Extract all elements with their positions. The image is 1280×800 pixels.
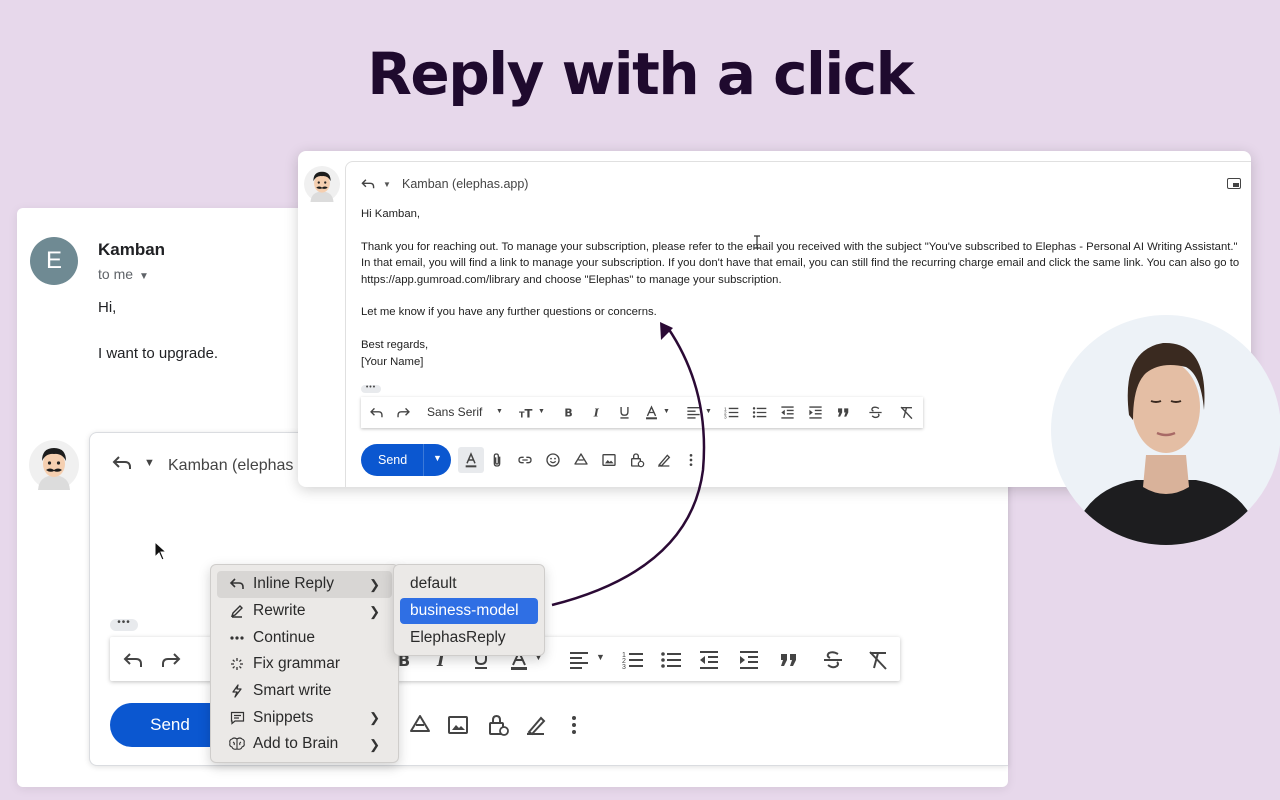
font-size-icon[interactable]: TT [519, 405, 534, 420]
chevron-right-icon: ❯ [369, 710, 380, 726]
menu-item-add-to-brain[interactable]: Add to Brain ❯ [217, 731, 392, 758]
more-options-icon[interactable] [562, 713, 586, 737]
menu-item-label: Continue [253, 628, 316, 646]
paragraph-line: Let me know if you have any further ques… [361, 306, 657, 319]
greeting: Hi Kamban, [361, 208, 421, 220]
send-button[interactable]: Send ▼ [361, 444, 451, 476]
numbered-list-icon[interactable]: 123 [622, 649, 644, 671]
bulleted-list-icon[interactable] [660, 649, 682, 671]
reply-recipient[interactable]: Kamban (elephas [168, 457, 293, 475]
remove-formatting-icon[interactable] [899, 405, 914, 420]
sparkle-icon [229, 656, 245, 672]
inline-reply-submenu: default business-model ElephasReply [393, 564, 545, 656]
user-avatar [29, 440, 79, 490]
pencil-icon [229, 603, 245, 619]
remove-formatting-icon[interactable] [867, 649, 889, 671]
reply-arrow-icon [361, 179, 375, 189]
connector-arrow [551, 322, 706, 607]
paragraph-line: Thank you for reaching out. To manage yo… [361, 240, 1238, 253]
quote-icon[interactable] [778, 649, 800, 671]
mouse-cursor-icon [154, 541, 168, 561]
undo-icon[interactable] [369, 405, 384, 420]
menu-item-continue[interactable]: Continue [217, 624, 392, 651]
speech-bubble-icon [229, 710, 245, 726]
indent-less-icon[interactable] [698, 649, 720, 671]
text-cursor-icon [754, 235, 760, 249]
reply-type-selector[interactable]: ▼ [112, 455, 155, 471]
font-family-selector[interactable]: Sans Serif [427, 405, 482, 419]
chevron-right-icon: ❯ [369, 603, 380, 619]
menu-item-snippets[interactable]: Snippets ❯ [217, 704, 392, 731]
chevron-right-icon: ❯ [369, 577, 380, 592]
menu-item-label: Inline Reply [253, 575, 334, 593]
presenter-illustration [1071, 342, 1261, 545]
show-trimmed-content-button[interactable]: ••• [110, 618, 138, 631]
redo-icon[interactable] [396, 405, 411, 420]
user-avatar [304, 166, 340, 202]
brain-icon [229, 736, 245, 752]
dots-icon [229, 630, 245, 646]
quote-icon[interactable] [836, 405, 851, 420]
menu-item-fix-grammar[interactable]: Fix grammar [217, 651, 392, 678]
bolt-icon [229, 683, 245, 699]
numbered-list-icon[interactable]: 123 [724, 405, 739, 420]
sender-avatar: E [30, 237, 78, 285]
show-trimmed-content-button[interactable]: ••• [361, 384, 381, 393]
submenu-item-elephasreply[interactable]: ElephasReply [400, 624, 538, 651]
signature-icon[interactable] [524, 713, 548, 737]
submenu-item-default[interactable]: default [400, 571, 538, 598]
indent-less-icon[interactable] [780, 405, 795, 420]
headline: Reply with a click [367, 40, 914, 108]
bulleted-list-icon[interactable] [752, 405, 767, 420]
presenter-video [1051, 315, 1280, 545]
menu-item-label: Rewrite [253, 602, 306, 620]
caret-down-icon[interactable]: ▼ [496, 408, 503, 415]
caret-down-icon: ▼ [383, 179, 391, 189]
paragraph-line: https://app.gumroad.com/library and choo… [361, 273, 782, 286]
pop-out-icon[interactable] [1227, 178, 1241, 189]
drive-icon[interactable] [408, 713, 432, 737]
recipient-details[interactable]: to me ▼ [98, 266, 149, 282]
svg-text:3: 3 [622, 664, 626, 671]
recipient-label: to me [98, 266, 134, 282]
caret-down-icon[interactable]: ▼ [596, 652, 605, 662]
undo-icon[interactable] [122, 649, 144, 671]
svg-text:T: T [524, 406, 532, 420]
submenu-item-business-model[interactable]: business-model [400, 597, 538, 625]
menu-item-smart-write[interactable]: Smart write [217, 678, 392, 705]
menu-item-label: Add to Brain [253, 735, 339, 753]
svg-text:3: 3 [724, 415, 727, 420]
caret-down-icon: ▼ [144, 457, 155, 469]
reply-icon [229, 576, 245, 592]
redo-icon[interactable] [160, 649, 182, 671]
attach-file-icon[interactable] [489, 452, 505, 468]
sender-name: Kamban [98, 240, 166, 259]
reply-type-selector[interactable]: ▼ [361, 178, 391, 190]
message-line: Hi, [98, 299, 117, 316]
insert-link-icon[interactable] [517, 452, 533, 468]
send-label: Send [378, 453, 408, 467]
reply-arrow-icon [112, 456, 131, 469]
schedule-send-caret-icon[interactable]: ▼ [433, 453, 442, 463]
insert-photo-icon[interactable] [446, 713, 470, 737]
formatting-options-icon [465, 452, 477, 468]
menu-item-label: Snippets [253, 708, 314, 726]
reply-recipient[interactable]: Kamban (elephas.app) [402, 177, 528, 191]
menu-item-label: Fix grammar [253, 655, 340, 673]
menu-item-rewrite[interactable]: Rewrite ❯ [217, 598, 392, 625]
indent-more-icon[interactable] [808, 405, 823, 420]
align-icon[interactable] [568, 649, 590, 671]
menu-item-inline-reply[interactable]: Inline Reply ❯ [217, 571, 392, 598]
paragraph-line: In that email, you will find a link to m… [361, 257, 1240, 270]
confidential-mode-icon[interactable] [486, 713, 510, 737]
indent-more-icon[interactable] [738, 649, 760, 671]
chevron-right-icon: ❯ [369, 737, 380, 753]
strikethrough-icon[interactable] [868, 405, 883, 420]
elephas-context-menu: Inline Reply ❯ Rewrite ❯ Continue Fix gr… [210, 564, 399, 763]
caret-down-icon[interactable]: ▼ [139, 271, 149, 282]
message-line: I want to upgrade. [98, 345, 219, 362]
strikethrough-icon[interactable] [822, 649, 844, 671]
menu-item-label: Smart write [253, 682, 332, 700]
